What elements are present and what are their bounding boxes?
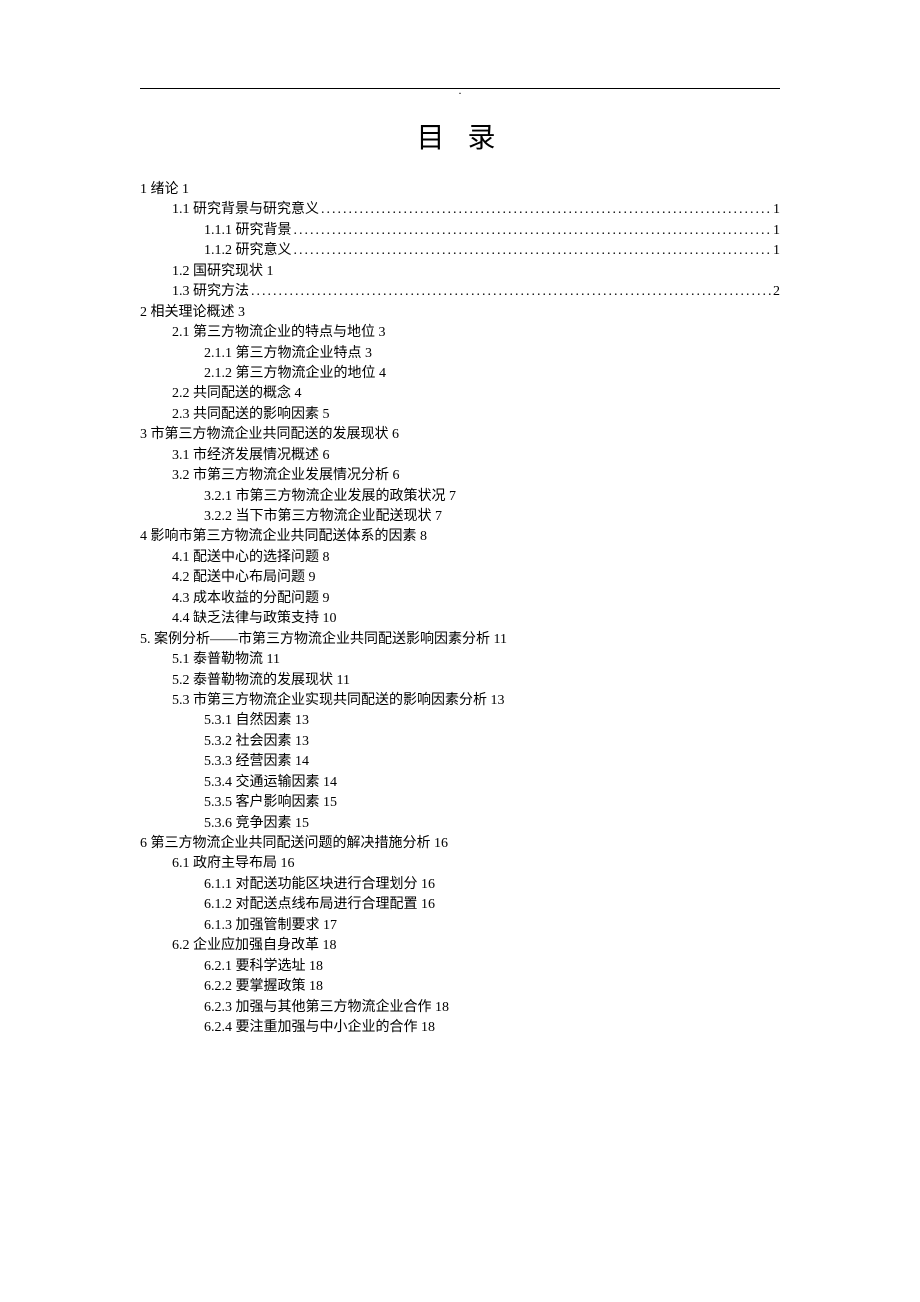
toc-entry-label: 5.3.6 竞争因素 15 xyxy=(204,816,309,831)
toc-entry-label: 4.1 配送中心的选择问题 8 xyxy=(172,550,330,565)
toc-entry-label: 6.2 企业应加强自身改革 18 xyxy=(172,938,337,953)
toc-entry: 3.2.1 市第三方物流企业发展的政策状况 7 xyxy=(140,487,780,507)
toc-entry: 5.3.3 经营因素 14 xyxy=(140,752,780,772)
toc-entry-label: 2.1 第三方物流企业的特点与地位 3 xyxy=(172,325,386,340)
toc-entry-label: 6.1.2 对配送点线布局进行合理配置 16 xyxy=(204,897,435,912)
toc-entry: 1.1 研究背景与研究意义...........................… xyxy=(140,200,780,220)
toc-entry-label: 5.3.3 经营因素 14 xyxy=(204,754,309,769)
toc-entry-label: 1.1.1 研究背景 xyxy=(204,221,292,241)
toc-entry: 1.3 研究方法................................… xyxy=(140,282,780,302)
toc-entry: 4.2 配送中心布局问题 9 xyxy=(140,568,780,588)
toc-entry: 1.1.1 研究背景..............................… xyxy=(140,221,780,241)
toc-entry: 3 市第三方物流企业共同配送的发展现状 6 xyxy=(140,425,780,445)
toc-entry: 1.2 国研究现状 1 xyxy=(140,262,780,282)
toc-entry-label: 6.2.4 要注重加强与中小企业的合作 18 xyxy=(204,1020,435,1035)
toc-entry-label: 1.1 研究背景与研究意义 xyxy=(172,200,319,220)
toc-entry-label: 2.2 共同配送的概念 4 xyxy=(172,386,302,401)
toc-entry-label: 5.3.5 客户影响因素 15 xyxy=(204,795,337,810)
toc-entry: 4.4 缺乏法律与政策支持 10 xyxy=(140,609,780,629)
toc-entry: 6.1.3 加强管制要求 17 xyxy=(140,916,780,936)
toc-entry: 6.2.4 要注重加强与中小企业的合作 18 xyxy=(140,1018,780,1038)
toc-entry-label: 1.2 国研究现状 1 xyxy=(172,264,274,279)
toc-entry-label: 1.3 研究方法 xyxy=(172,282,249,302)
toc-leader-dots: ........................................… xyxy=(249,282,773,302)
toc-entry-label: 6.1.3 加强管制要求 17 xyxy=(204,918,337,933)
toc-leader-dots: ........................................… xyxy=(292,241,774,261)
toc-entry: 2.1 第三方物流企业的特点与地位 3 xyxy=(140,323,780,343)
toc-entry-label: 4.3 成本收益的分配问题 9 xyxy=(172,591,330,606)
toc-entry: 5.3.2 社会因素 13 xyxy=(140,732,780,752)
toc-entry: 5.3.4 交通运输因素 14 xyxy=(140,773,780,793)
toc-entry-label: 6.2.3 加强与其他第三方物流企业合作 18 xyxy=(204,1000,449,1015)
toc-entry-page: 1 xyxy=(773,241,780,261)
toc-entry-label: 5.3.2 社会因素 13 xyxy=(204,734,309,749)
toc-entry: 3.2 市第三方物流企业发展情况分析 6 xyxy=(140,466,780,486)
toc-entry: 2 相关理论概述 3 xyxy=(140,303,780,323)
toc-entry-label: 3.2.2 当下市第三方物流企业配送现状 7 xyxy=(204,509,442,524)
toc-entry: 6.2.2 要掌握政策 18 xyxy=(140,977,780,997)
toc-entry: 5.2 泰普勒物流的发展现状 11 xyxy=(140,671,780,691)
toc-entry: 2.1.1 第三方物流企业特点 3 xyxy=(140,344,780,364)
toc-entry: 5. 案例分析——市第三方物流企业共同配送影响因素分析 11 xyxy=(140,630,780,650)
toc-entry: 3.1 市经济发展情况概述 6 xyxy=(140,446,780,466)
toc-entry: 4 影响市第三方物流企业共同配送体系的因素 8 xyxy=(140,527,780,547)
toc-entry-label: 3.2 市第三方物流企业发展情况分析 6 xyxy=(172,468,400,483)
toc-entry: 1 绪论 1 xyxy=(140,180,780,200)
toc-entry-label: 3 市第三方物流企业共同配送的发展现状 6 xyxy=(140,427,399,442)
table-of-contents: 1 绪论 1 1.1 研究背景与研究意义.....................… xyxy=(140,180,780,1038)
toc-entry-label: 6.1 政府主导布局 16 xyxy=(172,856,295,871)
toc-entry-label: 5. 案例分析——市第三方物流企业共同配送影响因素分析 11 xyxy=(140,632,507,647)
toc-entry: 2.2 共同配送的概念 4 xyxy=(140,384,780,404)
toc-entry-page: 1 xyxy=(773,221,780,241)
toc-entry: 2.1.2 第三方物流企业的地位 4 xyxy=(140,364,780,384)
header-mark: . xyxy=(140,83,780,98)
toc-entry-label: 2.3 共同配送的影响因素 5 xyxy=(172,407,330,422)
toc-entry: 6.1.2 对配送点线布局进行合理配置 16 xyxy=(140,895,780,915)
toc-entry: 5.3.5 客户影响因素 15 xyxy=(140,793,780,813)
toc-entry-label: 5.3.4 交通运输因素 14 xyxy=(204,775,337,790)
toc-entry-label: 1 绪论 1 xyxy=(140,182,189,197)
toc-entry: 5.3.6 竞争因素 15 xyxy=(140,814,780,834)
toc-entry: 5.3.1 自然因素 13 xyxy=(140,711,780,731)
toc-entry-label: 3.1 市经济发展情况概述 6 xyxy=(172,448,330,463)
toc-entry: 5.3 市第三方物流企业实现共同配送的影响因素分析 13 xyxy=(140,691,780,711)
toc-entry: 6.2 企业应加强自身改革 18 xyxy=(140,936,780,956)
toc-entry-label: 5.1 泰普勒物流 11 xyxy=(172,652,280,667)
toc-entry-label: 5.3 市第三方物流企业实现共同配送的影响因素分析 13 xyxy=(172,693,505,708)
toc-entry-label: 2 相关理论概述 3 xyxy=(140,305,245,320)
toc-entry-label: 4.2 配送中心布局问题 9 xyxy=(172,570,316,585)
toc-entry: 6.2.1 要科学选址 18 xyxy=(140,957,780,977)
toc-entry-label: 4 影响市第三方物流企业共同配送体系的因素 8 xyxy=(140,529,427,544)
toc-entry: 3.2.2 当下市第三方物流企业配送现状 7 xyxy=(140,507,780,527)
toc-entry: 6.1 政府主导布局 16 xyxy=(140,854,780,874)
toc-entry: 4.3 成本收益的分配问题 9 xyxy=(140,589,780,609)
toc-entry-label: 5.3.1 自然因素 13 xyxy=(204,713,309,728)
toc-entry-page: 1 xyxy=(773,200,780,220)
toc-entry-label: 4.4 缺乏法律与政策支持 10 xyxy=(172,611,337,626)
toc-leader-dots: ........................................… xyxy=(292,221,774,241)
toc-entry-page: 2 xyxy=(773,282,780,302)
toc-entry: 2.3 共同配送的影响因素 5 xyxy=(140,405,780,425)
toc-entry: 5.1 泰普勒物流 11 xyxy=(140,650,780,670)
toc-entry-label: 6.1.1 对配送功能区块进行合理划分 16 xyxy=(204,877,435,892)
toc-entry-label: 6.2.1 要科学选址 18 xyxy=(204,959,323,974)
toc-entry-label: 3.2.1 市第三方物流企业发展的政策状况 7 xyxy=(204,489,456,504)
toc-entry-label: 2.1.1 第三方物流企业特点 3 xyxy=(204,346,372,361)
page-title: 目 录 xyxy=(140,116,780,156)
toc-entry: 4.1 配送中心的选择问题 8 xyxy=(140,548,780,568)
toc-entry: 1.1.2 研究意义..............................… xyxy=(140,241,780,261)
toc-entry: 6.1.1 对配送功能区块进行合理划分 16 xyxy=(140,875,780,895)
toc-entry-label: 1.1.2 研究意义 xyxy=(204,241,292,261)
toc-entry: 6.2.3 加强与其他第三方物流企业合作 18 xyxy=(140,998,780,1018)
toc-entry-label: 2.1.2 第三方物流企业的地位 4 xyxy=(204,366,386,381)
document-page: . 目 录 1 绪论 1 1.1 研究背景与研究意义...............… xyxy=(0,0,920,1038)
toc-leader-dots: ........................................… xyxy=(319,200,773,220)
toc-entry-label: 6.2.2 要掌握政策 18 xyxy=(204,979,323,994)
toc-entry-label: 6 第三方物流企业共同配送问题的解决措施分析 16 xyxy=(140,836,448,851)
toc-entry: 6 第三方物流企业共同配送问题的解决措施分析 16 xyxy=(140,834,780,854)
toc-entry-label: 5.2 泰普勒物流的发展现状 11 xyxy=(172,673,350,688)
